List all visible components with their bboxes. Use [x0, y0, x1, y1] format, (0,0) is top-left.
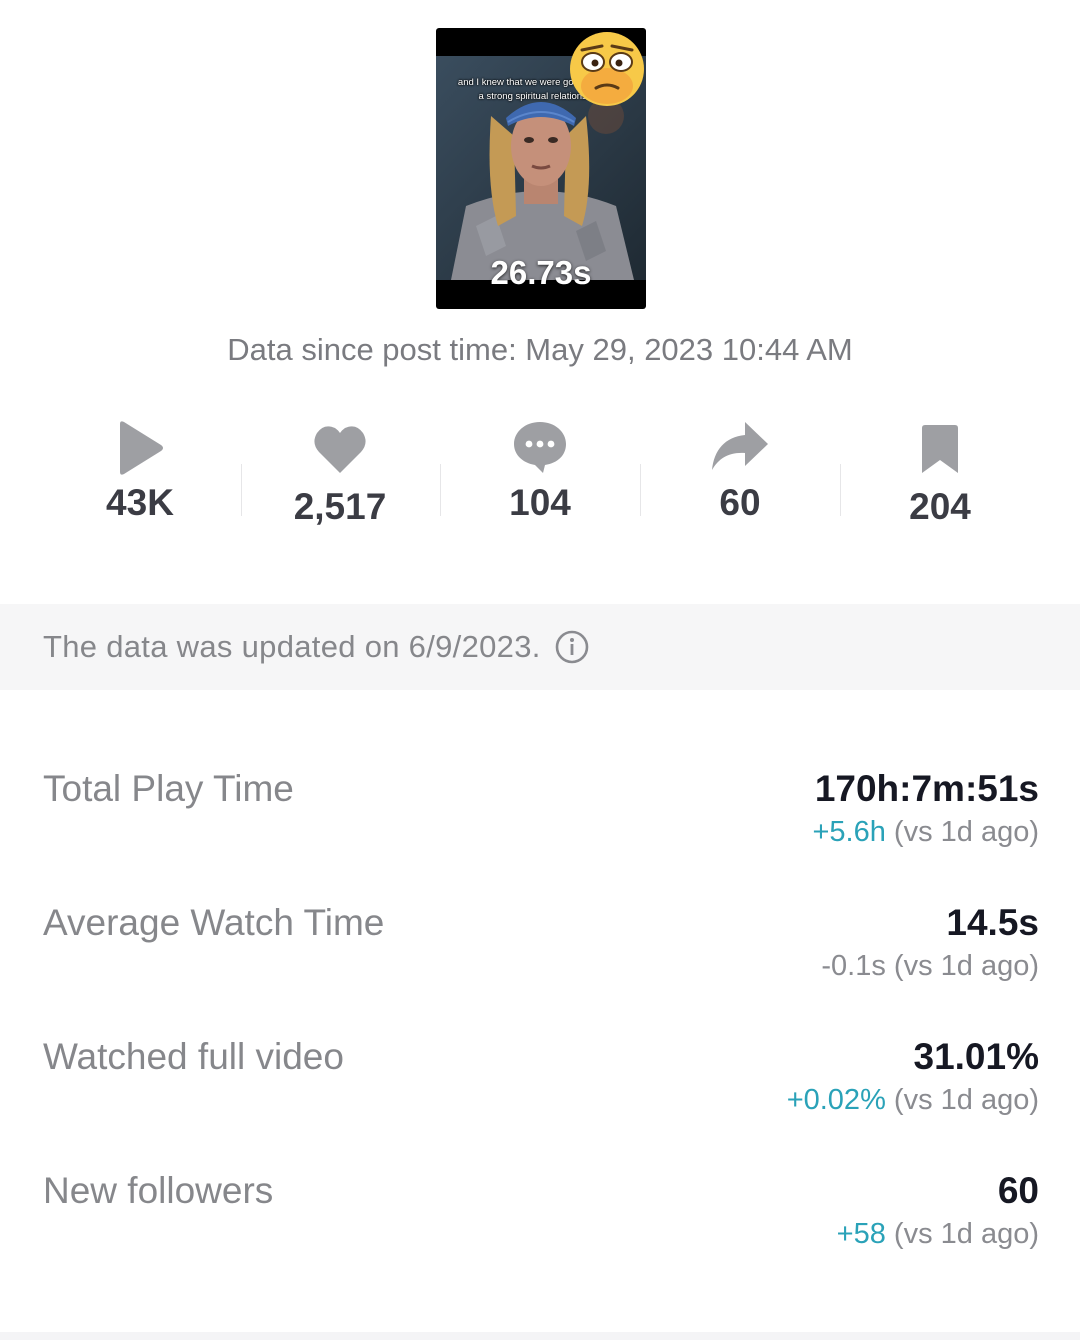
metric-label: Total Play Time: [43, 768, 294, 809]
metric-new-followers: New followers 60 +58 (vs 1d ago): [43, 1170, 1039, 1270]
comment-icon: [514, 422, 566, 473]
saves-stat: 204: [840, 420, 1040, 528]
anxious-emoji-icon: [570, 32, 644, 106]
metric-delta: -0.1s (vs 1d ago): [821, 950, 1039, 983]
metric-average-watch-time: Average Watch Time 14.5s -0.1s (vs 1d ag…: [43, 902, 1039, 1002]
views-count: 43K: [106, 482, 174, 523]
comments-count: 104: [509, 482, 571, 523]
video-thumbnail[interactable]: and I knew that we were going to have a …: [436, 28, 646, 309]
metric-compare: (vs 1d ago): [885, 950, 1039, 982]
likes-stat: 2,517: [240, 420, 440, 528]
likes-count: 2,517: [293, 486, 387, 527]
metric-total-play-time: Total Play Time 170h:7m:51s +5.6h (vs 1d…: [43, 768, 1039, 868]
metric-compare: (vs 1d ago): [885, 1084, 1039, 1116]
metric-compare: (vs 1d ago): [885, 816, 1039, 848]
share-icon: [712, 422, 768, 470]
info-icon[interactable]: [555, 630, 589, 664]
post-time-info: Data since post time: May 29, 2023 10:44…: [227, 332, 853, 367]
metric-value: 14.5s: [946, 902, 1039, 943]
metric-label: Watched full video: [43, 1036, 344, 1077]
heart-icon: [314, 426, 366, 473]
metric-change: +5.6h: [812, 816, 886, 848]
metric-delta: +0.02% (vs 1d ago): [787, 1084, 1039, 1117]
views-stat: 43K: [40, 420, 240, 524]
bottom-divider: [0, 1332, 1080, 1340]
metric-compare: (vs 1d ago): [885, 1218, 1039, 1250]
metric-label: New followers: [43, 1170, 274, 1211]
metric-label: Average Watch Time: [43, 902, 385, 943]
video-duration: 26.73s: [490, 254, 592, 291]
metric-watched-full-video: Watched full video 31.01% +0.02% (vs 1d …: [43, 1036, 1039, 1136]
metric-value: 60: [997, 1170, 1039, 1211]
play-icon: [120, 421, 163, 475]
metric-delta: +58 (vs 1d ago): [837, 1218, 1039, 1251]
shares-stat: 60: [640, 420, 840, 524]
metric-value: 170h:7m:51s: [814, 768, 1039, 809]
update-notice-text: The data was updated on 6/9/2023.: [43, 629, 541, 664]
metric-change: -0.1s: [821, 950, 886, 982]
update-notice-banner: The data was updated on 6/9/2023.: [0, 604, 1080, 690]
comments-stat: 104: [440, 420, 640, 524]
metric-change: +58: [836, 1218, 886, 1250]
bookmark-icon: [922, 425, 958, 473]
shares-count: 60: [719, 482, 761, 523]
metric-value: 31.01%: [913, 1036, 1040, 1077]
metric-delta: +5.6h (vs 1d ago): [812, 816, 1039, 849]
metric-change: +0.02%: [786, 1084, 886, 1116]
saves-count: 204: [909, 486, 971, 527]
engagement-stats: 43K 2,517 104 60 204: [40, 420, 1040, 560]
